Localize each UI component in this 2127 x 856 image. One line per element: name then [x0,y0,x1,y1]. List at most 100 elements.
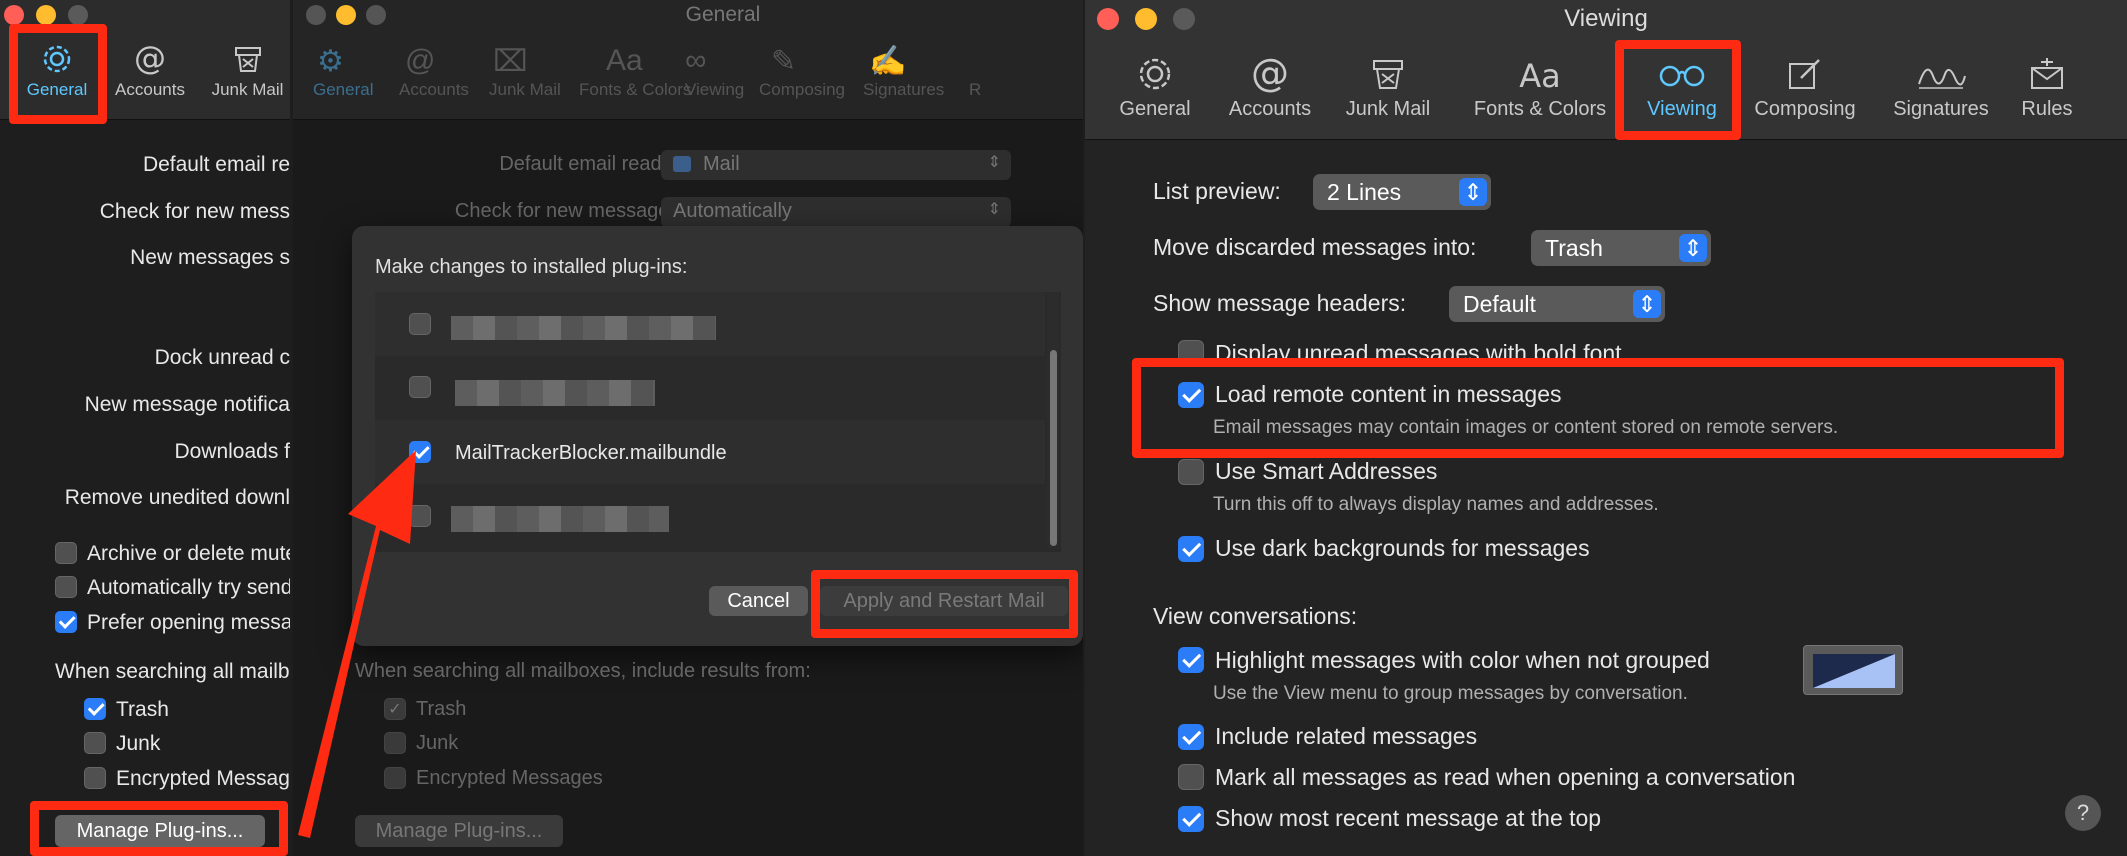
show-headers-popup[interactable]: Default ⇕ [1449,286,1665,322]
chevron-updown-icon: ⇕ [987,154,1001,171]
tab-fonts-colors[interactable]: Aa Fonts & Colors [1465,54,1615,121]
plugin-checkbox[interactable] [409,376,431,398]
minimize-button[interactable] [36,5,56,25]
popup-value: Automatically [673,200,792,222]
gear-icon [1139,58,1171,90]
tab-general[interactable]: General [1115,54,1195,121]
blurred-plugin-name [451,316,716,340]
list-item[interactable]: MailTrackerBlocker.mailbundle [375,420,1045,484]
scrollbar-track[interactable] [1047,292,1059,548]
smart-addresses-description: Turn this off to always display names an… [1213,494,1659,515]
mail-app-icon [673,156,691,172]
close-button[interactable] [4,5,24,25]
chevron-updown-icon: ⇕ [1459,178,1487,206]
cancel-button[interactable]: Cancel [709,586,808,616]
most-recent-checkbox[interactable] [1178,806,1204,832]
compose-icon: ✎ [771,45,797,78]
tab-rules[interactable]: R [969,80,981,100]
left-preferences-window: General @ Accounts Junk Mail Default ema… [0,0,290,856]
help-button[interactable]: ? [2065,795,2101,831]
show-headers-label: Show message headers: [1153,290,1407,316]
tab-junk-mail[interactable]: Junk Mail [489,80,561,100]
move-discarded-popup[interactable]: Trash ⇕ [1531,230,1711,266]
mark-read-checkbox[interactable] [1178,764,1204,790]
chevron-updown-icon: ⇕ [987,201,1001,218]
include-related-label: Include related messages [1215,723,1478,749]
tab-label: General [1119,98,1191,120]
tab-general[interactable]: General [313,80,373,100]
tab-label: Signatures [1893,98,1989,120]
smart-addresses-checkbox[interactable] [1178,459,1204,485]
remove-downloads-label: Remove unedited downl [64,486,290,509]
window-title: Viewing [1564,5,1648,32]
junk-checkbox[interactable] [84,732,106,754]
list-preview-popup[interactable]: 2 Lines ⇕ [1313,174,1491,210]
archive-checkbox[interactable] [55,542,77,564]
scrollbar-thumb[interactable] [1050,350,1057,546]
dark-backgrounds-label: Use dark backgrounds for messages [1215,535,1590,561]
check-messages-label: Check for new mess [99,200,290,223]
highlight-color-well[interactable] [1803,645,1903,695]
tab-rules[interactable]: Rules [2012,54,2082,121]
list-item[interactable] [375,484,1045,548]
blurred-plugin-name [451,506,669,532]
highlight-messages-label: Highlight messages with color when not g… [1215,647,1710,673]
highlight-box [1132,358,2064,458]
blurred-plugin-name [455,380,655,406]
tab-junk-mail[interactable]: Junk Mail [205,42,290,100]
check-messages-popup[interactable]: Automatically ⇕ [661,197,1011,227]
highlight-messages-checkbox[interactable] [1178,647,1204,673]
smart-addresses-label: Use Smart Addresses [1215,458,1438,484]
default-reader-popup[interactable]: Mail ⇕ [661,150,1011,180]
plugin-name: MailTrackerBlocker.mailbundle [455,442,727,464]
viewing-preferences-window: Viewing General @ Accounts Junk Mail Aa … [1085,0,2127,856]
encrypted-checkbox[interactable] [84,767,106,789]
dialog-title: Make changes to installed plug-ins: [375,256,688,278]
fonts-icon: Aa [606,44,643,77]
zoom-button[interactable] [68,5,88,25]
tab-composing[interactable]: Composing [1745,54,1865,121]
highlight-box [9,24,107,124]
tab-fonts[interactable]: Fonts & Colors [579,80,691,100]
check-messages-label: Check for new messages: [454,200,685,222]
signature-icon: ✍ [869,45,907,78]
tab-junk-mail[interactable]: Junk Mail [1338,54,1438,121]
highlight-box [30,801,288,856]
tab-accounts[interactable]: @ Accounts [110,42,190,100]
glasses-icon: ∞ [685,44,707,77]
tab-accounts[interactable]: @ Accounts [1220,54,1320,121]
highlight-box [1615,40,1741,140]
tab-accounts[interactable]: Accounts [399,80,469,100]
view-conversations-label: View conversations: [1153,603,1358,629]
list-item[interactable] [375,292,1045,356]
tab-signatures[interactable]: Signatures [863,80,944,100]
junk-label: Junk [116,732,161,755]
tab-composing[interactable]: Composing [759,80,845,100]
svg-text:@: @ [134,42,166,76]
mark-read-label: Mark all messages as read when opening a… [1215,764,1796,790]
dark-backgrounds-checkbox[interactable] [1178,536,1204,562]
new-messages-label: New messages s [130,246,290,269]
prefer-opening-checkbox[interactable] [55,611,77,633]
color-swatch-icon [1813,654,1895,688]
junk-icon [1373,60,1403,89]
auto-send-checkbox[interactable] [55,576,77,598]
junk-icon [234,47,261,72]
svg-text:Aa: Aa [1519,57,1561,94]
include-related-checkbox[interactable] [1178,724,1204,750]
gear-icon: ⚙ [317,45,344,78]
svg-text:@: @ [1251,54,1289,94]
trash-label: Trash [116,698,169,721]
tab-label: Junk Mail [1345,98,1431,120]
move-discarded-label: Move discarded messages into: [1153,234,1477,260]
tab-label: Fonts & Colors [1473,98,1607,120]
tab-viewing[interactable]: Viewing [685,80,744,100]
trash-checkbox[interactable] [84,698,106,720]
dimmed-toolbar: ⚙ @ ⌧ Aa ∞ ✎ ✍ General Accounts Junk Mai… [313,44,1083,104]
list-item[interactable] [375,356,1045,420]
tab-signatures[interactable]: Signatures [1881,54,2001,121]
signature-icon [1918,68,1966,89]
popup-value: Trash [1545,234,1603,261]
plugin-checkbox[interactable] [409,313,431,335]
most-recent-label: Show most recent message at the top [1215,805,1602,831]
